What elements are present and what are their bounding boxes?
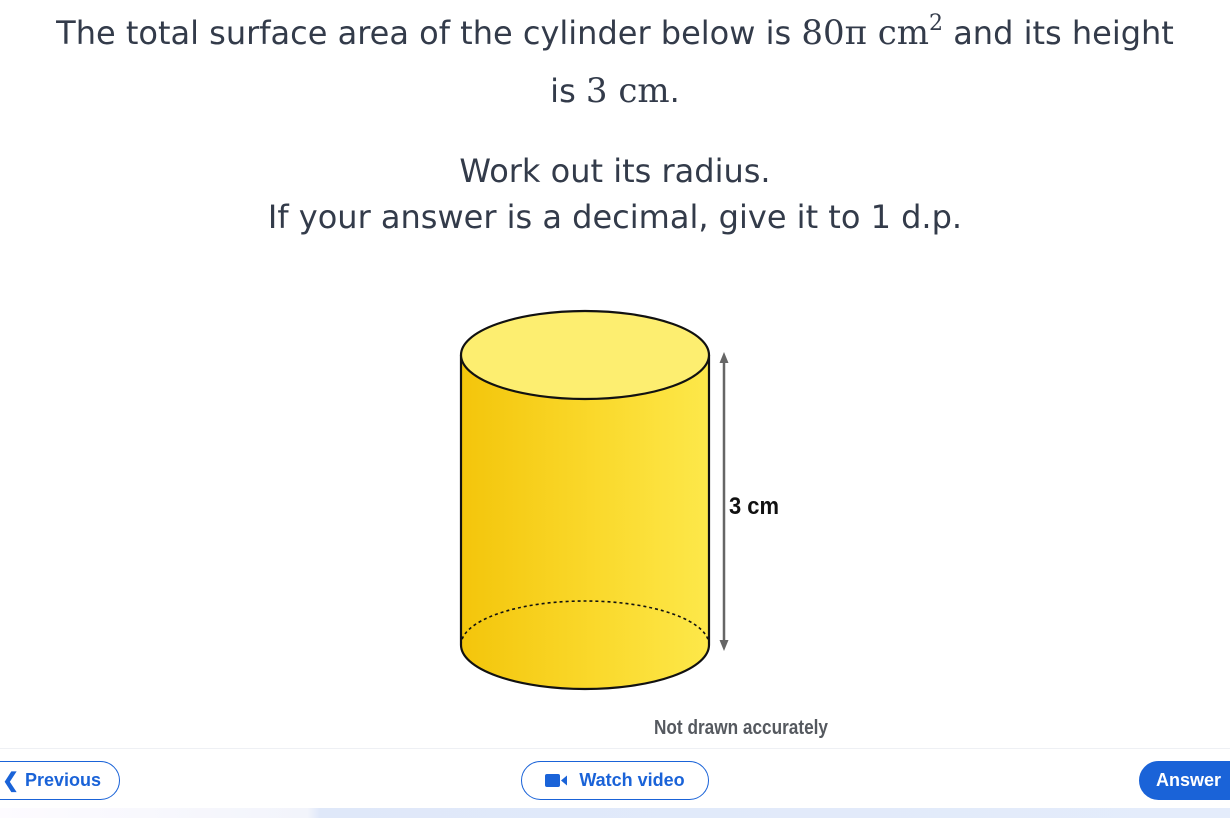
question-line-2-end: . bbox=[669, 72, 680, 110]
question-line-1: The total surface area of the cylinder b… bbox=[20, 4, 1210, 62]
instruction-task: Work out its radius. bbox=[459, 152, 771, 190]
footer-divider bbox=[0, 748, 1230, 749]
cylinder-body bbox=[461, 355, 709, 689]
chevron-left-icon: ❮ bbox=[2, 770, 19, 792]
surface-area-base: 80π cm bbox=[801, 13, 930, 53]
previous-button[interactable]: ❮ Previous bbox=[0, 761, 120, 800]
instruction-rounding: If your answer is a decimal, give it to … bbox=[267, 198, 963, 236]
question-text: The total surface area of the cylinder b… bbox=[20, 4, 1210, 120]
video-camera-icon bbox=[545, 774, 569, 787]
height-value: 3 cm bbox=[585, 71, 670, 111]
height-arrow-head-top bbox=[719, 352, 729, 363]
not-drawn-accurately-caption: Not drawn accurately bbox=[654, 717, 829, 739]
cylinder-diagram: 3 cm Not drawn accurately bbox=[459, 309, 829, 739]
question-page: The total surface area of the cylinder b… bbox=[0, 0, 1230, 818]
question-line-2-start: is bbox=[550, 72, 586, 110]
question-line-2: is 3 cm. bbox=[20, 62, 1210, 120]
cylinder-top bbox=[459, 309, 711, 401]
previous-button-label: Previous bbox=[24, 770, 101, 790]
answer-button[interactable]: Answer bbox=[1139, 761, 1230, 800]
height-label: 3 cm bbox=[729, 493, 779, 520]
instructions: Work out its radius. If your answer is a… bbox=[20, 148, 1210, 240]
bottom-strip bbox=[0, 808, 1230, 818]
watch-video-button[interactable]: Watch video bbox=[521, 761, 709, 800]
surface-area-value: 80π cm2 bbox=[801, 11, 944, 54]
height-arrow-head-bottom bbox=[719, 640, 729, 651]
surface-area-exponent: 2 bbox=[929, 11, 944, 36]
watch-video-button-label: Watch video bbox=[579, 770, 685, 790]
question-line-1-end: and its height bbox=[943, 14, 1174, 52]
answer-button-label: Answer bbox=[1156, 770, 1222, 790]
question-line-1-start: The total surface area of the cylinder b… bbox=[56, 14, 802, 52]
